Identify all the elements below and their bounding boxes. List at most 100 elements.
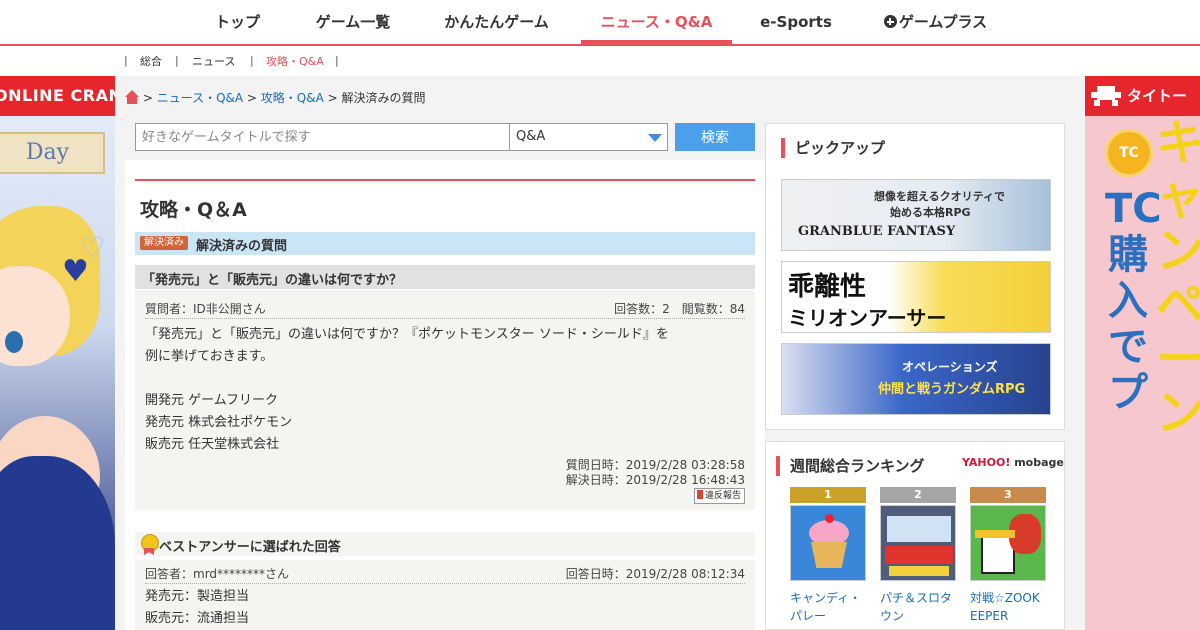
ranking-item[interactable]: 1 キャンディ・パレー <box>790 487 866 625</box>
question-line <box>145 368 669 390</box>
nav-item-news-qa[interactable]: ニュース・Q&A <box>581 0 732 44</box>
nav-item-easy-games[interactable]: かんたんゲーム <box>438 0 555 44</box>
plus-icon <box>883 15 897 28</box>
answer-meta: 回答者：mrd********さん 回答日時：2019/2/28 08:12:3… <box>145 565 745 584</box>
answer-line: 発売元：製造担当 <box>145 589 250 604</box>
question-line: 「発売元」と「販売元」の違いは何ですか？『ポケットモンスター ソード・シールド』… <box>145 327 669 342</box>
breadcrumb: > ニュース・Q&A > 攻略・Q&A > 解決済みの質問 <box>125 89 426 106</box>
game-name[interactable]: パチ＆スロタウン <box>880 589 956 625</box>
game-name[interactable]: キャンディ・パレー <box>790 589 866 625</box>
report-label: 違反報告 <box>704 491 741 501</box>
question-meta: 質問者：ID非公開さん 回答数：2 閲覧数：84 <box>145 300 745 319</box>
answered-at: 回答日時：2019/2/28 08:12:34 <box>565 567 745 581</box>
brand-logo: YAHOO! mobage <box>962 456 1064 469</box>
asker: 質問者：ID非公開さん <box>145 302 266 316</box>
game-name[interactable]: 対戦☆ZOOKEEPER <box>970 589 1046 625</box>
game-thumbnail-candy[interactable] <box>790 505 866 581</box>
banner-text: 想像を超えるクオリティで <box>874 190 1006 203</box>
weekly-ranking-box: 週間総合ランキング YAHOO! mobage 1 キャンディ・パレー 2 パチ… <box>765 441 1065 630</box>
banner-text: 仲間と戦うガンダムRPG <box>878 382 1026 397</box>
asked-at: 質問日時：2019/2/28 03:28:58 <box>565 458 745 472</box>
breadcrumb-link-news-qa[interactable]: ニュース・Q&A <box>157 91 243 105</box>
banner-text: 乖離性 <box>788 272 867 302</box>
rank-number: 2 <box>880 487 956 503</box>
tc-coin-icon: TC <box>1105 129 1153 177</box>
right-ad-brand: タイトー <box>1127 87 1188 105</box>
left-ad-ribbon: Day <box>0 132 105 174</box>
character-eye <box>5 331 23 353</box>
subnav-separator: | <box>250 54 254 67</box>
page-title: 攻略・Q＆A <box>140 199 247 221</box>
answer-line: 販売元：流通担当 <box>145 611 250 626</box>
question-line: 販売元 任天堂株式会社 <box>145 437 280 452</box>
ranking-item[interactable]: 2 パチ＆スロタウン <box>880 487 956 625</box>
question-text: 「発売元」と「販売元」の違いは何ですか？『ポケットモンスター ソード・シールド』… <box>145 324 669 456</box>
home-icon[interactable] <box>125 90 139 104</box>
search-category-value: Q&A <box>516 129 546 144</box>
resolved-badge: 解決済み <box>140 236 188 250</box>
nav-item-game-plus[interactable]: ゲームプラス <box>878 0 993 44</box>
best-answer-header: ベストアンサーに選ばれた回答 <box>135 532 755 556</box>
subnav-separator: | <box>124 54 128 67</box>
question-body: 質問者：ID非公開さん 回答数：2 閲覧数：84 「発売元」と「販売元」の違いは… <box>135 290 755 510</box>
heart-icon: ♥ <box>62 254 89 289</box>
right-side-ad[interactable]: タイトー TC TC購入でプ キャンペーン <box>1085 76 1200 630</box>
pickup-heading: ピックアップ <box>781 138 885 158</box>
question-title: 「発売元」と「販売元」の違いは何ですか？ <box>142 273 403 288</box>
rank-number: 1 <box>790 487 866 503</box>
search-input[interactable] <box>135 123 510 151</box>
mobage-logo: mobage <box>1014 456 1064 469</box>
banner-text: ミリオンアーサー <box>788 306 947 330</box>
best-answer-label: ベストアンサーに選ばれた回答 <box>159 540 341 555</box>
game-thumbnail-pachi[interactable] <box>880 505 956 581</box>
ranking-heading: 週間総合ランキング <box>776 456 925 476</box>
banner-text: 始める本格RPG <box>890 206 971 219</box>
answerer: 回答者：mrd********さん <box>145 567 290 581</box>
search-button[interactable]: 検索 <box>675 123 755 151</box>
nav-item-game-list[interactable]: ゲーム一覧 <box>308 0 398 44</box>
rank-number: 3 <box>970 487 1046 503</box>
pickup-banner-granblue[interactable]: 想像を超えるクオリティで 始める本格RPG GRANBLUE FANTASY <box>781 179 1051 251</box>
right-ad-vertical-text-1: TC購入でプ <box>1105 186 1162 416</box>
answer-text: 発売元：製造担当 販売元：流通担当 <box>145 586 249 630</box>
section-label: 解決済みの質問 <box>196 239 288 254</box>
banner-text: GRANBLUE FANTASY <box>798 224 956 239</box>
game-thumbnail-zookeeper[interactable] <box>970 505 1046 581</box>
report-icon <box>696 490 703 499</box>
question-line: 例に挙げておきます。 <box>145 349 274 364</box>
subnav-separator: | <box>175 54 179 67</box>
subnav-item-overall[interactable]: 総合 <box>140 53 162 69</box>
left-ad-banner-text: ONLINE CRANE <box>0 76 115 116</box>
left-side-ad[interactable]: ONLINE CRANE Day ♡ ♥ <box>0 76 115 630</box>
nav-item-esports[interactable]: e-Sports <box>760 0 832 44</box>
top-nav: トップ ゲーム一覧 かんたんゲーム ニュース・Q&A e-Sports ゲームプ… <box>0 0 1200 46</box>
nav-item-game-plus-label: ゲームプラス <box>898 13 988 31</box>
ranking-item[interactable]: 3 対戦☆ZOOKEEPER <box>970 487 1046 625</box>
subnav-item-strategy-qa[interactable]: 攻略・Q&A <box>266 53 324 69</box>
space-invader-icon <box>1091 84 1121 106</box>
breadcrumb-link-strategy-qa[interactable]: 攻略・Q&A <box>261 91 324 105</box>
medal-icon <box>141 534 159 554</box>
search-category-select[interactable]: Q&A <box>509 123 668 151</box>
chevron-down-icon <box>648 134 662 142</box>
question-line: 開発元 ゲームフリーク <box>145 393 278 408</box>
question-line: 発売元 株式会社ポケモン <box>145 415 293 430</box>
pickup-banner-million-arthur[interactable]: 乖離性 ミリオンアーサー <box>781 261 1051 333</box>
question-stats: 回答数：2 閲覧数：84 <box>614 302 745 316</box>
best-answer-body: 回答者：mrd********さん 回答日時：2019/2/28 08:12:3… <box>135 560 755 630</box>
report-violation-button[interactable]: 違反報告 <box>693 488 745 504</box>
right-ad-vertical-text-2: キャンペーン <box>1155 115 1200 441</box>
question-dates: 質問日時：2019/2/28 03:28:58 解決日時：2019/2/28 1… <box>566 458 745 488</box>
section-header: 解決済み 解決済みの質問 <box>135 232 755 255</box>
breadcrumb-current: 解決済みの質問 <box>341 91 426 105</box>
nav-item-top[interactable]: トップ <box>205 0 270 44</box>
nav-active-underline <box>581 40 732 44</box>
pickup-banner-gundam[interactable]: オペレーションズ 仲間と戦うガンダムRPG <box>781 343 1051 415</box>
subnav-separator: | <box>335 54 339 67</box>
subnav-item-news[interactable]: ニュース <box>192 53 235 69</box>
yahoo-logo: YAHOO! <box>962 456 1011 469</box>
pickup-box: ピックアップ 想像を超えるクオリティで 始める本格RPG GRANBLUE FA… <box>765 123 1065 430</box>
question-title-bar: 「発売元」と「販売元」の違いは何ですか？ <box>135 265 755 289</box>
sub-nav: | 総合 | ニュース | 攻略・Q&A | <box>0 46 1200 76</box>
right-ad-header: タイトー <box>1085 76 1200 116</box>
